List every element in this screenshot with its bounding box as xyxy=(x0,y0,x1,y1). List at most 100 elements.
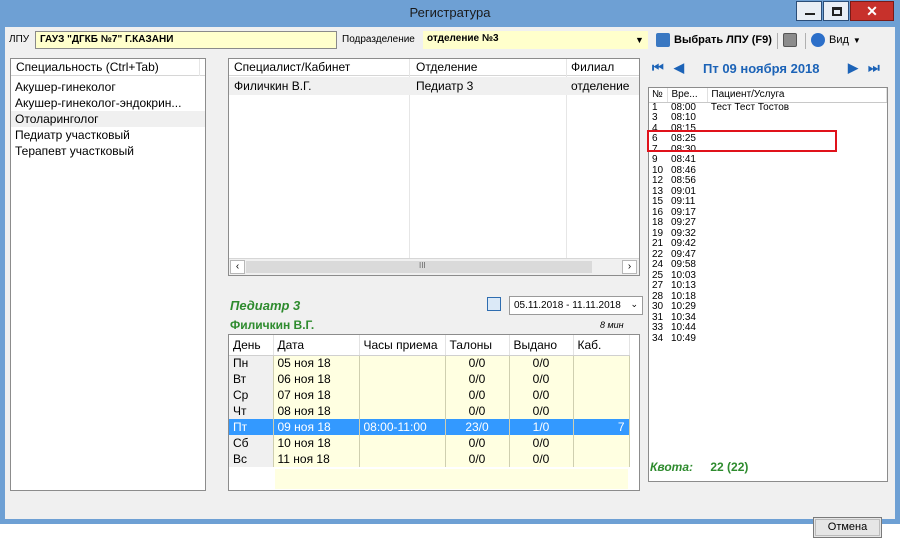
table-row[interactable]: 9 08:41 xyxy=(649,154,887,166)
lpu-field[interactable]: ГАУЗ "ДГКБ №7" Г.КАЗАНИ xyxy=(35,31,337,49)
quota-label: Квота: xyxy=(650,460,693,474)
table-row[interactable]: Ср 07 ноя 18 0/0 0/0 xyxy=(229,387,630,403)
column-header[interactable]: Вре... xyxy=(667,88,709,103)
scroll-left-icon[interactable]: ‹ xyxy=(230,260,245,274)
table-row[interactable]: Пн 05 ноя 18 0/0 0/0 xyxy=(229,355,630,371)
dept-label: Подразделение xyxy=(342,34,415,45)
close-button[interactable]: ✕ xyxy=(850,1,894,21)
day-cell: Ср xyxy=(229,387,274,403)
hours-cell xyxy=(359,355,446,371)
specialty-header-label: Специальность (Ctrl+Tab) xyxy=(16,60,159,74)
slot-patient xyxy=(708,250,887,261)
table-row[interactable]: 21 09:42 xyxy=(649,238,887,250)
date-range-value: 05.11.2018 - 11.11.2018 xyxy=(514,300,621,311)
column-header[interactable]: Каб. xyxy=(573,335,630,356)
calendar-icon[interactable] xyxy=(487,297,501,311)
maximize-button[interactable] xyxy=(823,1,849,21)
cabinet-cell xyxy=(573,387,630,403)
column-header[interactable]: День xyxy=(229,335,274,356)
table-row[interactable]: Сб 10 ноя 18 0/0 0/0 xyxy=(229,435,630,451)
slot-patient xyxy=(708,113,887,124)
slot-patient xyxy=(708,292,887,303)
table-row[interactable]: 18 09:27 xyxy=(649,217,887,229)
column-header[interactable]: Отделение xyxy=(416,60,477,74)
date-cell: 07 ноя 18 xyxy=(273,387,360,403)
tickets-cell: 0/0 xyxy=(445,387,510,403)
table-row[interactable]: Вт 06 ноя 18 0/0 0/0 xyxy=(229,371,630,387)
date-cell: 09 ноя 18 xyxy=(273,419,360,435)
table-row[interactable]: 12 08:56 xyxy=(649,175,887,187)
slot-patient xyxy=(708,271,887,282)
column-header[interactable]: Дата xyxy=(273,335,360,356)
slot-patient xyxy=(708,229,887,240)
cancel-button[interactable]: Отмена xyxy=(813,517,882,538)
list-item[interactable]: Педиатр участковый xyxy=(11,127,205,143)
day-cell: Пн xyxy=(229,355,274,371)
list-item[interactable]: Акушер-гинеколог-эндокрин... xyxy=(11,95,205,111)
help-icon xyxy=(811,33,825,47)
print-button[interactable] xyxy=(783,33,801,47)
table-row[interactable]: 3 08:10 xyxy=(649,112,887,124)
dept-combo[interactable]: отделение №3 xyxy=(423,31,648,49)
specialist-grid[interactable]: Специалист/Кабинет Отделение Филиал Фили… xyxy=(228,58,640,276)
table-row[interactable]: Вс 11 ноя 18 0/0 0/0 xyxy=(229,451,630,467)
table-row-selected[interactable]: Пт 09 ноя 18 08:00-11:00 23/0 1/0 7 xyxy=(229,419,630,435)
chevron-down-icon: ⌄ xyxy=(630,299,638,309)
slot-patient xyxy=(708,197,887,208)
dept-combo-arrow-icon[interactable]: ▼ xyxy=(635,35,644,45)
cabinet-cell: 7 xyxy=(573,419,630,435)
choose-lpu-button[interactable]: Выбрать ЛПУ (F9) xyxy=(656,33,772,47)
slot-patient xyxy=(708,218,887,229)
column-header[interactable]: Филиал xyxy=(571,60,614,74)
horizontal-scrollbar[interactable]: ‹ III › xyxy=(229,258,639,275)
last-page-icon[interactable]: ⏭ xyxy=(868,60,880,76)
slot-number: 27 xyxy=(652,280,664,291)
list-item[interactable]: Отоларинголог xyxy=(11,111,205,127)
tickets-cell: 0/0 xyxy=(445,435,510,451)
slot-number: 30 xyxy=(652,301,664,312)
issued-cell: 0/0 xyxy=(509,387,574,403)
cabinet-cell xyxy=(573,403,630,419)
timeslot-table: № Вре... Пациент/Услуга 1 08:00 Тест Тест … xyxy=(649,88,887,344)
prev-day-icon[interactable]: ◀ xyxy=(674,60,684,76)
cabinet-cell xyxy=(573,435,630,451)
column-header[interactable]: № xyxy=(649,88,669,103)
date-range-select[interactable]: 05.11.2018 - 11.11.2018 ⌄ xyxy=(509,296,643,315)
slot-patient xyxy=(708,334,887,345)
current-date: Пт 09 ноября 2018 xyxy=(703,61,820,76)
slot-number: 34 xyxy=(652,332,664,344)
table-row[interactable]: 30 10:29 xyxy=(649,301,887,313)
table-row[interactable]: 15 09:11 xyxy=(649,196,887,208)
slot-time: 09:27 xyxy=(670,217,696,228)
title-bar[interactable]: Регистратура ✕ xyxy=(0,0,900,27)
schedule-grid[interactable]: День Дата Часы приема Талоны Выдано Каб.… xyxy=(228,334,640,491)
table-row[interactable]: Чт 08 ноя 18 0/0 0/0 xyxy=(229,403,630,419)
table-row[interactable]: 33 10:44 xyxy=(649,322,887,334)
table-row[interactable]: Филичкин В.Г. Педиатр 3 отделение xyxy=(229,77,639,95)
table-row[interactable]: 24 09:58 xyxy=(649,259,887,271)
specialty-header[interactable]: Специальность (Ctrl+Tab) xyxy=(11,59,205,76)
column-header[interactable]: Часы приема xyxy=(359,335,446,356)
column-header[interactable]: Специалист/Кабинет xyxy=(234,60,350,74)
issued-cell: 0/0 xyxy=(509,371,574,387)
list-item[interactable]: Акушер-гинеколог xyxy=(11,79,205,95)
client-area: ЛПУ ГАУЗ "ДГКБ №7" Г.КАЗАНИ Подразделени… xyxy=(5,27,895,538)
table-row[interactable]: 34 10:49 xyxy=(649,332,887,345)
hours-cell xyxy=(359,403,446,419)
first-page-icon[interactable]: ⏮ xyxy=(652,60,664,76)
view-dropdown-icon: ▼ xyxy=(852,35,861,45)
date-navigator: ⏮ ◀ Пт 09 ноября 2018 ▶ ⏭ xyxy=(648,58,886,82)
specialty-list[interactable]: Специальность (Ctrl+Tab) Акушер-гинеколо… xyxy=(10,58,206,491)
list-item[interactable]: Терапевт участковый xyxy=(11,143,205,159)
help-button[interactable]: Вид ▼ xyxy=(811,33,861,47)
toolbar: ЛПУ ГАУЗ "ДГКБ №7" Г.КАЗАНИ Подразделени… xyxy=(5,27,895,55)
column-header[interactable]: Пациент/Услуга xyxy=(707,88,887,103)
slot-number: 21 xyxy=(652,238,664,249)
minimize-button[interactable] xyxy=(796,1,822,21)
table-row[interactable]: 27 10:13 xyxy=(649,280,887,292)
column-header[interactable]: Выдано xyxy=(509,335,574,356)
column-header[interactable]: Талоны xyxy=(445,335,510,356)
next-day-icon[interactable]: ▶ xyxy=(848,60,858,76)
scroll-right-icon[interactable]: › xyxy=(622,260,637,274)
slot-patient xyxy=(708,187,887,198)
